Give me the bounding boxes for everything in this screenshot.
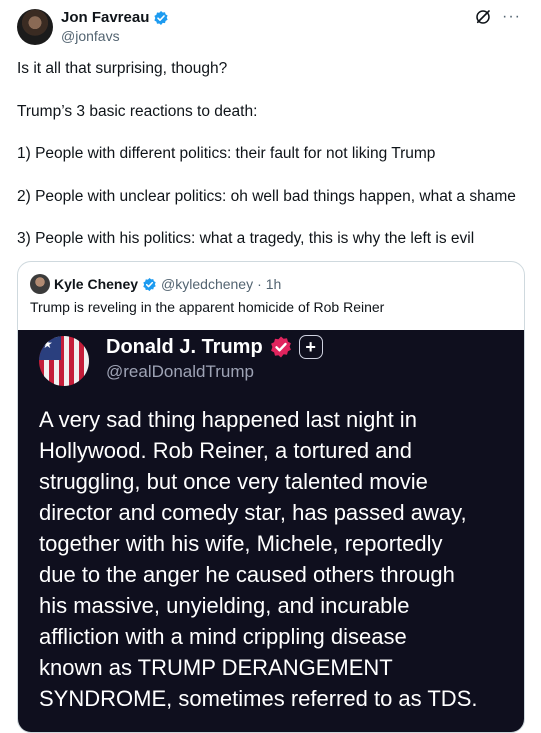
tweet-line: 1) People with different politics: their…	[17, 145, 436, 162]
verified-badge-icon	[143, 277, 156, 291]
quoted-author-handle[interactable]: @kyledcheney	[161, 276, 253, 292]
truth-line: together with his wife, Michele, reporte…	[39, 531, 443, 556]
star-icon: ★	[42, 337, 53, 351]
grok-icon[interactable]	[474, 8, 492, 26]
quoted-tweet-header: Kyle Cheney @kyledcheney · 1h	[30, 274, 281, 294]
truth-line: known as TRUMP DERANGEMENT	[39, 655, 393, 680]
truth-verified-icon	[270, 336, 291, 358]
truth-line: due to the anger he caused others throug…	[39, 562, 455, 587]
quoted-tweet-text: Trump is reveling in the apparent homici…	[30, 299, 385, 315]
quoted-tweet[interactable]: Kyle Cheney @kyledcheney · 1h Trump is r…	[17, 261, 525, 733]
separator-dot: ·	[257, 276, 262, 292]
verified-badge-icon	[154, 10, 168, 25]
truth-line: affliction with a mind crippling disease	[39, 624, 407, 649]
truth-line: his massive, unyielding, and incurable	[39, 593, 410, 618]
truth-line: director and comedy star, has passed awa…	[39, 500, 467, 525]
truth-line: Hollywood. Rob Reiner, a tortured and	[39, 438, 412, 463]
tweet-line: 3) People with his politics: what a trag…	[17, 230, 475, 247]
tweet-line: 2) People with unclear politics: oh well…	[17, 187, 516, 205]
truth-author-handle: @realDonaldTrump	[106, 362, 254, 381]
truth-line: SYNDROME, sometimes referred to as TDS.	[39, 686, 478, 711]
truth-post-body: A very sad thing happened last night in …	[39, 404, 519, 714]
quoted-author-name[interactable]: Kyle Cheney	[54, 276, 138, 292]
tweet-actions-top: ···	[474, 8, 521, 26]
quoted-author-avatar[interactable]	[30, 274, 50, 294]
truth-author-name: Donald J. Trump	[106, 335, 263, 358]
more-options-icon[interactable]: ···	[502, 9, 521, 25]
quoted-media-image[interactable]: ★ Donald J. Trump + @realDonaldTrump A v…	[18, 330, 524, 732]
truth-line: A very sad thing happened last night in	[39, 407, 417, 432]
author-name[interactable]: Jon Favreau	[61, 9, 149, 26]
tweet-text: Is it all that surprising, though? Trump…	[17, 58, 532, 271]
truth-name-row: Donald J. Trump +	[106, 335, 323, 359]
truth-author-avatar: ★	[39, 336, 89, 386]
plus-badge: +	[298, 335, 323, 359]
author-name-row: Jon Favreau	[61, 9, 169, 26]
flag-canton: ★	[39, 336, 61, 360]
author-handle[interactable]: @jonfavs	[61, 28, 120, 44]
author-avatar[interactable]	[17, 9, 53, 45]
tweet-line: Trump’s 3 basic reactions to death:	[17, 102, 258, 120]
truth-line: struggling, but once very talented movie	[39, 469, 428, 494]
tweet-line: Is it all that surprising, though?	[17, 60, 228, 77]
quoted-timestamp[interactable]: 1h	[266, 276, 282, 292]
